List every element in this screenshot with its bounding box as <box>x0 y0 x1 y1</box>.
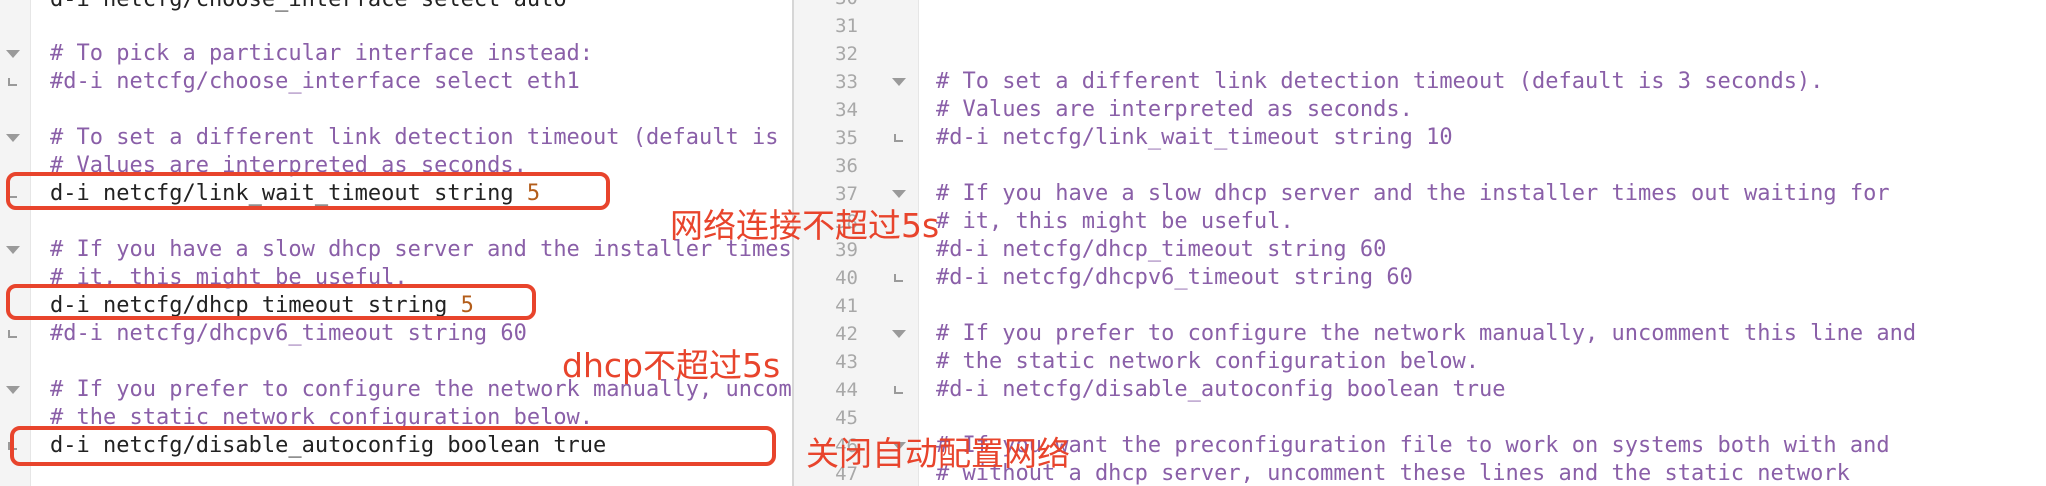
fold-end-icon[interactable] <box>894 134 903 142</box>
line-number: 41 <box>835 295 858 317</box>
fold-open-icon[interactable] <box>892 190 906 198</box>
line-number: 42 <box>835 323 858 345</box>
line-number: 45 <box>835 407 858 429</box>
fold-open-icon[interactable] <box>6 246 20 254</box>
annotation-autoconfig: 关闭自动配置网络 <box>806 434 1070 473</box>
line-number: 34 <box>835 99 858 121</box>
fold-open-icon[interactable] <box>892 78 906 86</box>
annotation-dhcp: dhcp不超过5s <box>562 346 781 385</box>
comment-line[interactable]: # without a dhcp server, uncomment these… <box>936 460 1850 486</box>
line-number: 43 <box>835 351 858 373</box>
line-number: 31 <box>835 15 858 37</box>
fold-open-icon[interactable] <box>892 330 906 338</box>
comment-line[interactable]: # If you prefer to configure the network… <box>936 320 1916 348</box>
comment-line[interactable]: # If you want the preconfiguration file … <box>936 432 1890 460</box>
line-number: 35 <box>835 127 858 149</box>
fold-end-icon[interactable] <box>8 78 17 86</box>
line-number: 37 <box>835 183 858 205</box>
fold-end-icon[interactable] <box>894 274 903 282</box>
fold-end-icon[interactable] <box>8 330 17 338</box>
comment-line[interactable]: # To set a different link detection time… <box>50 124 792 152</box>
comment-line[interactable]: #d-i netcfg/choose_interface select eth1 <box>50 68 580 96</box>
comment-line[interactable]: # Values are interpreted as seconds. <box>936 96 1413 124</box>
highlight-box-autoconfig <box>10 426 776 466</box>
line-number: 33 <box>835 71 858 93</box>
code-line[interactable]: d-i netcfg/choose_interface select auto <box>50 0 567 14</box>
fold-end-icon[interactable] <box>894 386 903 394</box>
line-number: 30 <box>802 0 858 12</box>
comment-line[interactable]: # If you have a slow dhcp server and the… <box>936 180 1890 208</box>
line-number: 36 <box>835 155 858 177</box>
line-number: 32 <box>835 43 858 65</box>
left-gutter <box>0 0 31 486</box>
highlight-box-link-wait <box>6 172 610 210</box>
fold-open-icon[interactable] <box>6 134 20 142</box>
comment-line[interactable]: # To pick a particular interface instead… <box>50 40 593 68</box>
comment-line[interactable]: # the static network configuration below… <box>936 348 1479 376</box>
comment-line[interactable]: # it, this might be useful. <box>936 208 1294 236</box>
annotation-link-wait: 网络连接不超过5s <box>670 206 940 245</box>
comment-line[interactable]: #d-i netcfg/link_wait_timeout string 10 <box>936 124 1453 152</box>
fold-open-icon[interactable] <box>6 50 20 58</box>
line-number: 40 <box>835 267 858 289</box>
comment-line[interactable]: #d-i netcfg/dhcp_timeout string 60 <box>936 236 1386 264</box>
line-number: 44 <box>835 379 858 401</box>
comment-line[interactable]: #d-i netcfg/dhcpv6_timeout string 60 <box>936 264 1413 292</box>
fold-open-icon[interactable] <box>6 386 20 394</box>
right-editor-pane[interactable]: 30 31 32 33 # To set a different link detect… <box>794 0 2046 486</box>
comment-line[interactable]: #d-i netcfg/disable_autoconfig boolean t… <box>936 376 1506 404</box>
comment-line[interactable]: # To set a different link detection time… <box>936 68 1823 96</box>
highlight-box-dhcp <box>6 284 536 320</box>
comment-line[interactable]: #d-i netcfg/dhcpv6_timeout string 60 <box>50 320 527 348</box>
